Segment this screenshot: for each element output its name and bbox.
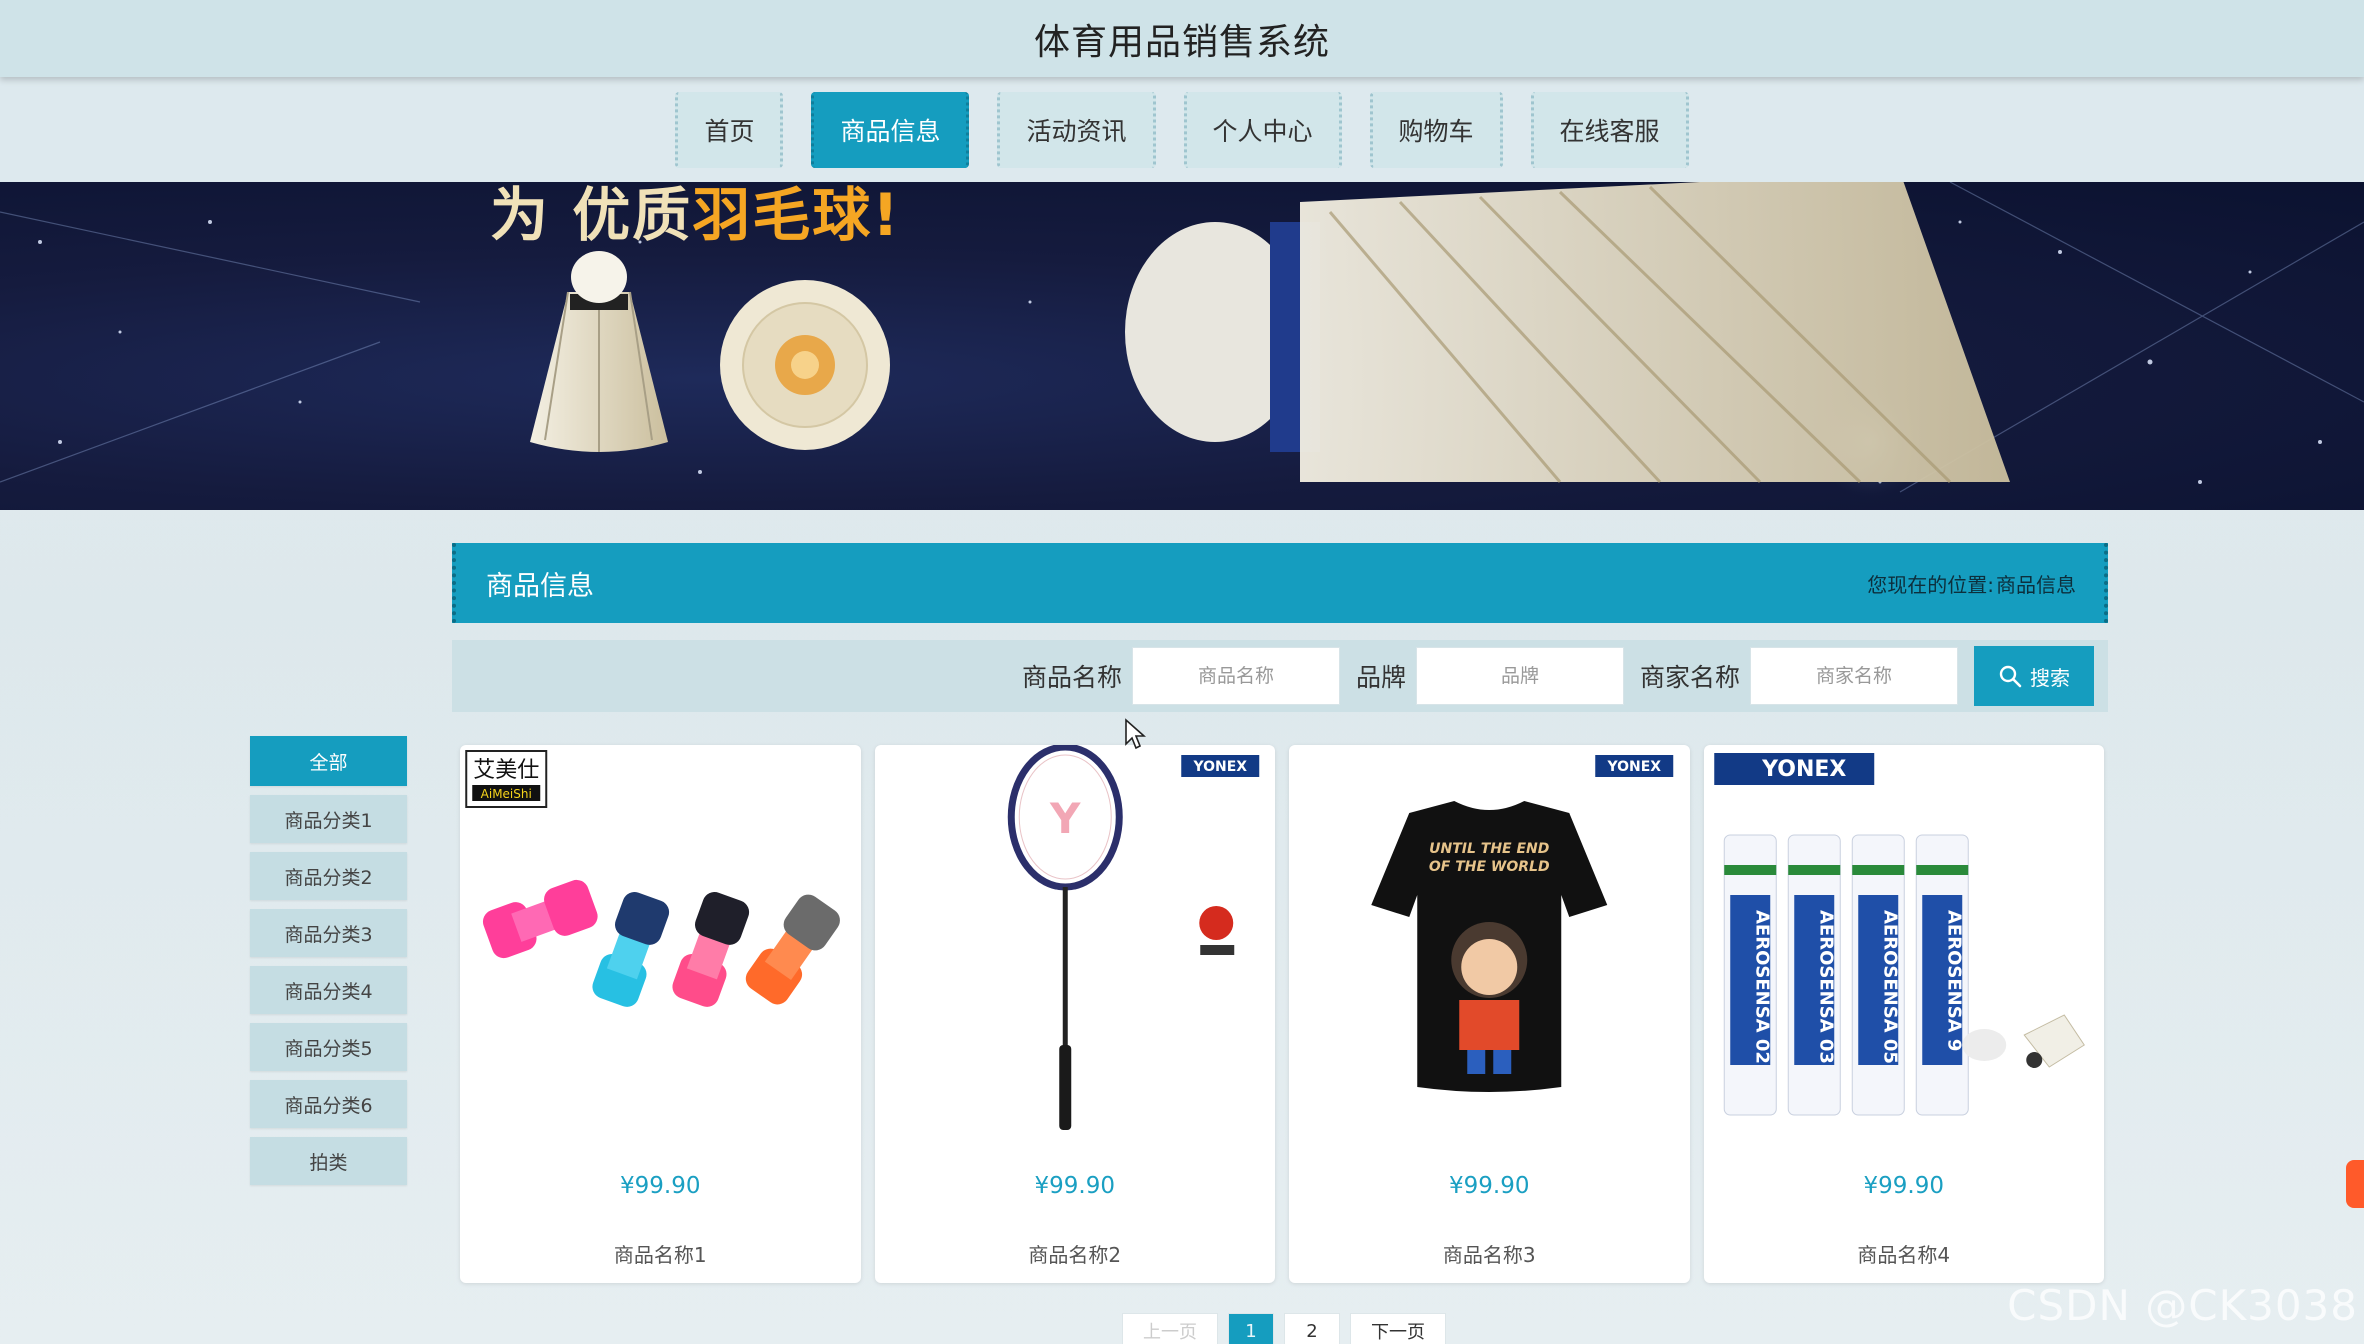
- search-icon: [1999, 665, 2022, 688]
- breadcrumb-current[interactable]: 商品信息: [1996, 569, 2076, 598]
- page-button-2[interactable]: 2: [1284, 1313, 1340, 1344]
- brand-logo: YONEX: [1192, 759, 1247, 775]
- banner-slogan-highlight: 羽毛球!: [692, 182, 901, 249]
- product-name[interactable]: 商品名称3: [1289, 1239, 1690, 1268]
- product-card[interactable]: YONEX AEROSENSA 02 AEROSENSA 03 AEROSENS…: [1703, 745, 2105, 1283]
- tshirt-print-text: UNTIL THE END OF THE WORLD: [1428, 841, 1550, 875]
- product-image-tshirt: YONEX UNTIL THE END OF THE WORLD: [1371, 755, 1674, 1092]
- product-name-input[interactable]: [1131, 647, 1340, 705]
- banner-slogan-part: 优质: [572, 182, 693, 249]
- nav-item-products[interactable]: 商品信息: [811, 91, 970, 168]
- tube-label: AEROSENSA 03: [1815, 910, 1836, 1064]
- product-price: ¥99.90: [620, 1173, 701, 1199]
- category-item-2[interactable]: 商品分类2: [250, 852, 407, 900]
- search-button[interactable]: 搜索: [1974, 646, 2094, 706]
- product-name[interactable]: 商品名称2: [875, 1239, 1276, 1268]
- prev-page-button[interactable]: 上一页: [1122, 1313, 1218, 1344]
- product-price: ¥99.90: [1863, 1173, 1944, 1199]
- nav-item-cart[interactable]: 购物车: [1369, 91, 1503, 168]
- pagination: 上一页 1 2 下一页: [1122, 1313, 1446, 1344]
- category-item-1[interactable]: 商品分类1: [250, 795, 407, 843]
- brand-logo-en: AiMeiShi: [481, 787, 532, 801]
- banner-graphic: [0, 182, 2364, 502]
- banner-slogan-part: 为: [490, 182, 551, 249]
- top-bar: 体育用品销售系统: [0, 0, 2364, 77]
- search-bar: 商品名称 品牌 商家名称 搜索: [452, 640, 2108, 712]
- breadcrumb-prefix: 您现在的位置:: [1867, 572, 1994, 597]
- watermark: CSDN @CK3038: [2007, 1281, 2358, 1330]
- product-name[interactable]: 商品名称4: [1704, 1239, 2105, 1268]
- product-image-dumbbells: 艾美仕 AiMeiShi: [465, 750, 840, 1007]
- brand-logo: YONEX: [1606, 759, 1661, 775]
- breadcrumb: 您现在的位置: 商品信息: [1867, 569, 2076, 598]
- category-item-6[interactable]: 商品分类6: [250, 1080, 407, 1128]
- category-all[interactable]: 全部: [250, 736, 407, 786]
- page-button-1[interactable]: 1: [1228, 1313, 1274, 1344]
- product-price: ¥99.90: [1449, 1173, 1530, 1199]
- product-price: ¥99.90: [1034, 1173, 1115, 1199]
- mouse-cursor-icon: [1125, 718, 1146, 750]
- panel-title: 商品信息: [486, 570, 594, 602]
- brand-label: 品牌: [1355, 663, 1406, 692]
- brand-input[interactable]: [1415, 647, 1624, 705]
- merchant-label: 商家名称: [1639, 663, 1740, 692]
- tube-label: AEROSENSA 02: [1751, 910, 1772, 1064]
- svg-text:Y: Y: [1049, 794, 1081, 843]
- site-title: 体育用品销售系统: [1033, 21, 1330, 63]
- product-name-label: 商品名称: [1021, 663, 1122, 692]
- brand-logo: YONEX: [1761, 757, 1846, 782]
- category-item-racket[interactable]: 拍类: [250, 1137, 407, 1185]
- category-item-3[interactable]: 商品分类3: [250, 909, 407, 957]
- tube-label: AEROSENSA 9: [1943, 910, 1964, 1051]
- merchant-input[interactable]: [1750, 647, 1958, 705]
- next-page-button[interactable]: 下一页: [1350, 1313, 1446, 1344]
- category-item-4[interactable]: 商品分类4: [250, 966, 407, 1014]
- banner-slogan: 为 优质羽毛球!: [490, 182, 901, 252]
- hero-banner: 为 优质羽毛球!: [0, 182, 2364, 510]
- search-button-label: 搜索: [2030, 667, 2070, 690]
- category-item-5[interactable]: 商品分类5: [250, 1023, 407, 1071]
- category-sidebar: 全部 商品分类1 商品分类2 商品分类3 商品分类4 商品分类5 商品分类6 拍…: [250, 736, 407, 1185]
- brand-logo-cn: 艾美仕: [473, 758, 539, 783]
- main-nav: 首页 商品信息 活动资讯 个人中心 购物车 在线客服: [0, 77, 2364, 182]
- panel-header: 商品信息 您现在的位置: 商品信息: [452, 543, 2108, 623]
- nav-item-support[interactable]: 在线客服: [1530, 91, 1689, 168]
- product-card[interactable]: YONEX UNTIL THE END OF THE WORLD ¥99.90 …: [1289, 745, 1690, 1283]
- product-name[interactable]: 商品名称1: [460, 1239, 861, 1268]
- floating-widget-tab[interactable]: [2346, 1160, 2364, 1208]
- nav-item-home[interactable]: 首页: [675, 91, 784, 168]
- product-card[interactable]: 艾美仕 AiMeiShi ¥99.90 商品名称1: [460, 745, 861, 1283]
- nav-item-news[interactable]: 活动资讯: [997, 91, 1156, 168]
- product-image-racket: YONEX Y: [1007, 745, 1259, 1130]
- product-card[interactable]: YONEX Y ¥99.90 商品名称2: [874, 745, 1276, 1283]
- tube-label: AEROSENSA 05: [1879, 910, 1900, 1064]
- nav-item-profile[interactable]: 个人中心: [1183, 91, 1342, 168]
- product-grid: 艾美仕 AiMeiShi ¥99.90 商品名称1 YONEX Y ¥99.90…: [460, 745, 2104, 1283]
- product-image-shuttlecock-tubes: YONEX AEROSENSA 02 AEROSENSA 03 AEROSENS…: [1713, 753, 2085, 1116]
